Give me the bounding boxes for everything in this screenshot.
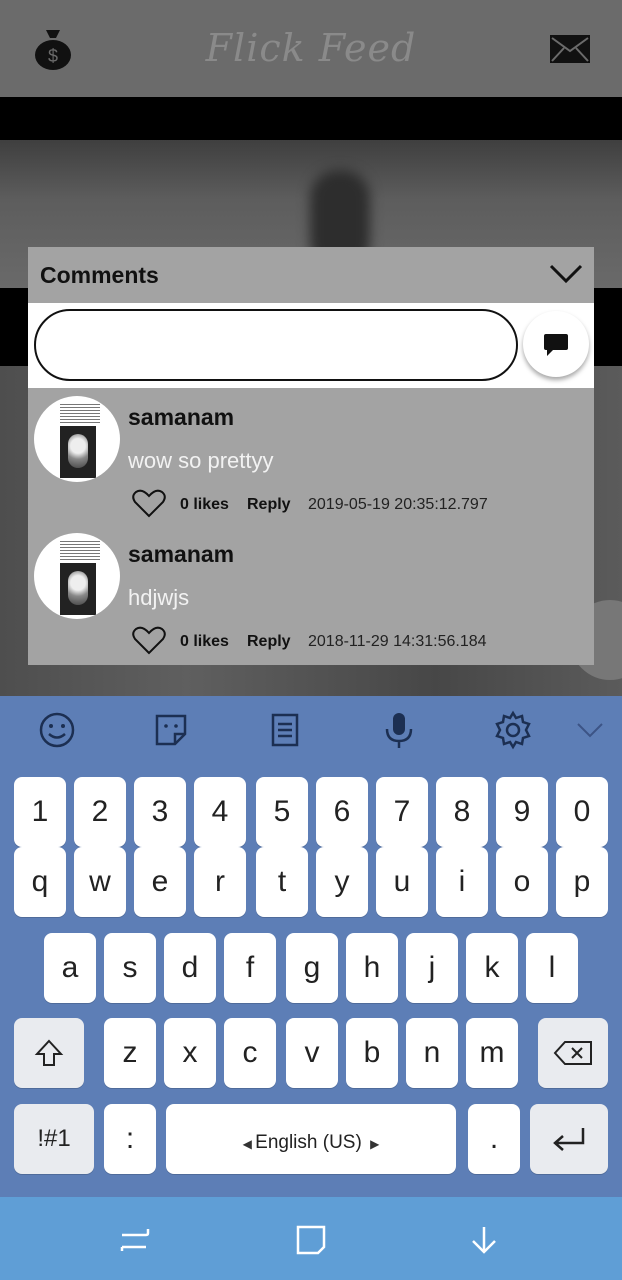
backspace-icon <box>553 1041 592 1065</box>
enter-icon <box>553 1128 585 1151</box>
chevron-down-icon[interactable] <box>570 710 610 750</box>
comment-text: hdjwjs <box>128 585 190 610</box>
key-j[interactable]: j <box>406 933 458 1003</box>
emoji-icon[interactable] <box>37 710 77 750</box>
key-6[interactable]: 6 <box>316 777 368 847</box>
key-t[interactable]: t <box>256 847 308 917</box>
key-7[interactable]: 7 <box>376 777 428 847</box>
chat-bubble-icon <box>544 334 568 356</box>
key-s[interactable]: s <box>104 933 156 1003</box>
heart-icon[interactable] <box>132 625 166 655</box>
key-z[interactable]: z <box>104 1018 156 1088</box>
key-2[interactable]: 2 <box>74 777 126 847</box>
app-title: Flick Feed <box>205 26 417 70</box>
key-u[interactable]: u <box>376 847 428 917</box>
comment-username[interactable]: samanam <box>128 404 234 431</box>
back-icon[interactable] <box>467 1223 501 1257</box>
recent-apps-icon[interactable] <box>118 1223 152 1257</box>
key-4[interactable]: 4 <box>194 777 246 847</box>
key-y[interactable]: y <box>316 847 368 917</box>
key-9[interactable]: 9 <box>496 777 548 847</box>
key-e[interactable]: e <box>134 847 186 917</box>
key-period[interactable]: . <box>468 1104 520 1174</box>
clipboard-icon[interactable] <box>265 710 305 750</box>
settings-icon[interactable] <box>493 710 533 750</box>
comment-item: samanam wow so prettyy 0 likes Reply 201… <box>28 388 594 525</box>
mail-icon[interactable] <box>549 34 591 64</box>
key-1[interactable]: 1 <box>14 777 66 847</box>
system-navbar <box>0 1197 622 1280</box>
comments-panel: Comments samanam wow so prettyy 0 likes … <box>28 247 594 665</box>
key-3[interactable]: 3 <box>134 777 186 847</box>
comment-item: samanam hdjwjs 0 likes Reply 2018-11-29 … <box>28 525 594 662</box>
key-v[interactable]: v <box>286 1018 338 1088</box>
heart-icon[interactable] <box>132 488 166 518</box>
like-count: 0 likes <box>180 496 229 513</box>
key-m[interactable]: m <box>466 1018 518 1088</box>
key-l[interactable]: l <box>526 933 578 1003</box>
comment-text: wow so prettyy <box>128 448 274 473</box>
comment-username[interactable]: samanam <box>128 541 234 568</box>
key-f[interactable]: f <box>224 933 276 1003</box>
key-w[interactable]: w <box>74 847 126 917</box>
keyboard: 1 2 3 4 5 6 7 8 9 0 q w e r t y u i o p … <box>0 696 622 1197</box>
key-k[interactable]: k <box>466 933 518 1003</box>
comment-timestamp: 2018-11-29 14:31:56.184 <box>308 633 487 650</box>
key-p[interactable]: p <box>556 847 608 917</box>
home-icon[interactable] <box>294 1223 328 1257</box>
space-key[interactable]: ◀ English (US) ▶ <box>166 1104 456 1174</box>
comments-title: Comments <box>40 262 159 288</box>
key-colon[interactable]: : <box>104 1104 156 1174</box>
key-r[interactable]: r <box>194 847 246 917</box>
shift-icon <box>34 1039 64 1066</box>
like-count: 0 likes <box>180 633 229 650</box>
caret-left-icon: ◀ <box>242 1137 256 1151</box>
key-x[interactable]: x <box>164 1018 216 1088</box>
comment-input[interactable] <box>34 309 518 381</box>
app-header: $ Flick Feed <box>0 0 622 97</box>
space-key-label: English (US) <box>255 1132 362 1153</box>
key-n[interactable]: n <box>406 1018 458 1088</box>
key-q[interactable]: q <box>14 847 66 917</box>
key-d[interactable]: d <box>164 933 216 1003</box>
symbols-key[interactable]: !#1 <box>14 1104 94 1174</box>
comments-header: Comments <box>28 247 594 303</box>
key-g[interactable]: g <box>286 933 338 1003</box>
microphone-icon[interactable] <box>379 710 419 750</box>
send-comment-button[interactable] <box>523 311 589 377</box>
backspace-key[interactable] <box>538 1018 608 1088</box>
caret-right-icon: ▶ <box>370 1137 380 1151</box>
comment-input-row <box>28 303 594 388</box>
key-0[interactable]: 0 <box>556 777 608 847</box>
key-8[interactable]: 8 <box>436 777 488 847</box>
avatar[interactable] <box>34 533 120 619</box>
key-a[interactable]: a <box>44 933 96 1003</box>
key-o[interactable]: o <box>496 847 548 917</box>
chevron-down-icon[interactable] <box>548 261 584 287</box>
shift-key[interactable] <box>14 1018 84 1088</box>
sticker-icon[interactable] <box>151 710 191 750</box>
enter-key[interactable] <box>530 1104 608 1174</box>
key-b[interactable]: b <box>346 1018 398 1088</box>
key-c[interactable]: c <box>224 1018 276 1088</box>
reply-button[interactable]: Reply <box>247 496 291 514</box>
reply-button[interactable]: Reply <box>247 633 291 651</box>
comment-timestamp: 2019-05-19 20:35:12.797 <box>308 496 488 513</box>
key-i[interactable]: i <box>436 847 488 917</box>
key-5[interactable]: 5 <box>256 777 308 847</box>
avatar[interactable] <box>34 396 120 482</box>
key-h[interactable]: h <box>346 933 398 1003</box>
